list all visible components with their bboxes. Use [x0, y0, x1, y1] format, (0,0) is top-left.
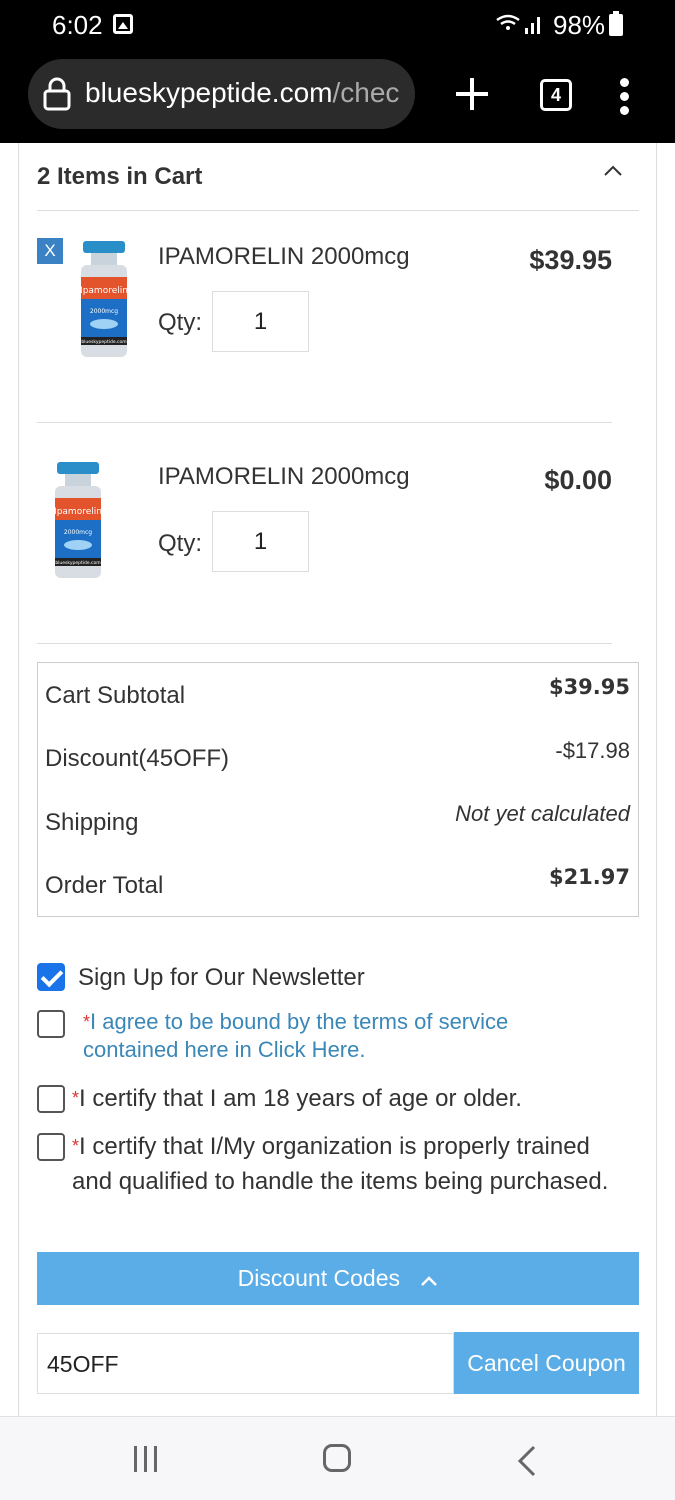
url-text: blueskypeptide.com/chec — [85, 77, 400, 108]
lock-icon — [42, 77, 72, 116]
qty-input[interactable]: 1 — [212, 511, 309, 572]
battery-percent: 98% — [553, 10, 606, 40]
discount-codes-toggle[interactable]: Discount Codes — [37, 1252, 639, 1305]
system-nav-bar — [0, 1416, 675, 1500]
trained-label: *I certify that I/My organization is pro… — [72, 1133, 609, 1195]
qty-label: Qty: — [158, 530, 203, 557]
product-image: Ipamorelin 2000mcg blueskypeptide.com — [78, 241, 130, 361]
newsletter-checkbox[interactable] — [37, 963, 65, 991]
order-totals-box: Cart Subtotal $39.95 Discount(45OFF) -$1… — [37, 662, 639, 917]
item-name: IPAMORELIN 2000mcg — [158, 463, 410, 490]
item-name: IPAMORELIN 2000mcg — [158, 243, 410, 270]
terms-checkbox[interactable] — [37, 1010, 65, 1038]
new-tab-icon[interactable] — [452, 74, 492, 119]
cart-title: 2 Items in Cart — [37, 163, 203, 190]
home-icon[interactable] — [323, 1444, 351, 1472]
gallery-notification-icon — [113, 14, 133, 34]
svg-text:Ipamorelin: Ipamorelin — [80, 286, 128, 296]
more-menu-icon[interactable] — [620, 78, 630, 120]
terms-label[interactable]: *I agree to be bound by the terms of ser… — [83, 1008, 563, 1064]
divider — [37, 210, 639, 211]
svg-text:blueskypeptide.com: blueskypeptide.com — [81, 339, 126, 345]
address-bar[interactable]: blueskypeptide.com/chec — [28, 59, 415, 129]
discount-codes-label: Discount Codes — [237, 1265, 400, 1291]
discount-value: -$17.98 — [555, 738, 630, 763]
checkout-page: 2 Items in Cart X Ipamorelin 2000mcg blu… — [0, 143, 675, 1416]
item-price: $39.95 — [529, 245, 612, 275]
subtotal-label: Cart Subtotal — [45, 682, 186, 709]
battery-icon — [609, 11, 623, 36]
cancel-coupon-button[interactable]: Cancel Coupon — [454, 1332, 639, 1394]
order-total-value: $21.97 — [548, 865, 630, 889]
svg-text:2000mcg: 2000mcg — [90, 308, 118, 315]
browser-toolbar: blueskypeptide.com/chec 4 — [0, 50, 675, 143]
status-time: 6:02 — [52, 10, 103, 40]
item-price: $0.00 — [544, 465, 612, 495]
newsletter-label: Sign Up for Our Newsletter — [78, 964, 365, 991]
remove-item-button[interactable]: X — [37, 238, 63, 264]
shipping-value: Not yet calculated — [455, 801, 630, 826]
trained-checkbox[interactable] — [37, 1133, 65, 1161]
age-label: *I certify that I am 18 years of age or … — [72, 1085, 522, 1112]
divider — [37, 422, 612, 423]
age-checkbox[interactable] — [37, 1085, 65, 1113]
coupon-code-input[interactable]: 45OFF — [37, 1333, 454, 1394]
discount-label: Discount(45OFF) — [45, 745, 230, 772]
tab-switcher-button[interactable]: 4 — [540, 79, 572, 111]
chevron-up-icon[interactable] — [603, 163, 623, 182]
chevron-up-icon — [420, 1253, 438, 1306]
signal-icon — [495, 12, 545, 41]
shipping-label: Shipping — [45, 809, 139, 836]
product-image: Ipamorelin 2000mcg blueskypeptide.com — [52, 462, 104, 582]
order-total-label: Order Total — [45, 872, 164, 899]
recent-apps-icon[interactable] — [134, 1446, 164, 1477]
qty-input[interactable]: 1 — [212, 291, 309, 352]
subtotal-value: $39.95 — [548, 675, 630, 699]
svg-text:Ipamorelin: Ipamorelin — [54, 507, 102, 517]
qty-label: Qty: — [158, 309, 203, 336]
divider — [37, 643, 612, 644]
status-bar: 6:02 98% — [0, 0, 675, 50]
back-icon[interactable] — [516, 1444, 538, 1483]
svg-text:blueskypeptide.com: blueskypeptide.com — [55, 560, 100, 566]
svg-text:2000mcg: 2000mcg — [64, 529, 92, 536]
